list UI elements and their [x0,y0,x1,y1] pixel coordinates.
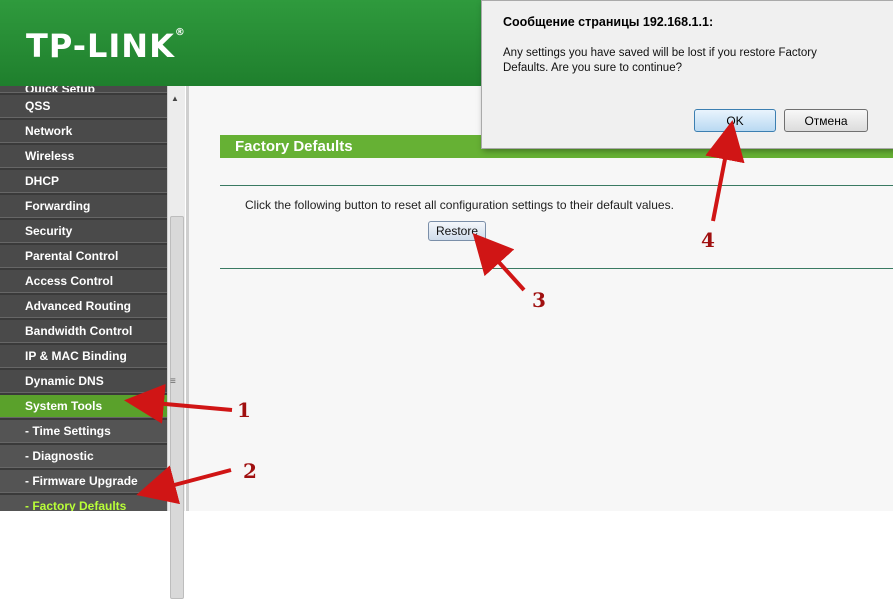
arrow-3 [472,233,526,292]
annotation-number-3: 3 [532,288,546,312]
annotation-number-1: 1 [237,398,251,422]
annotation-arrows [124,120,745,505]
annotation-number-2: 2 [243,459,257,483]
arrow-1 [124,383,233,424]
arrow-4 [705,120,745,222]
annotation-number-4: 4 [701,228,715,252]
arrow-2 [136,465,232,505]
